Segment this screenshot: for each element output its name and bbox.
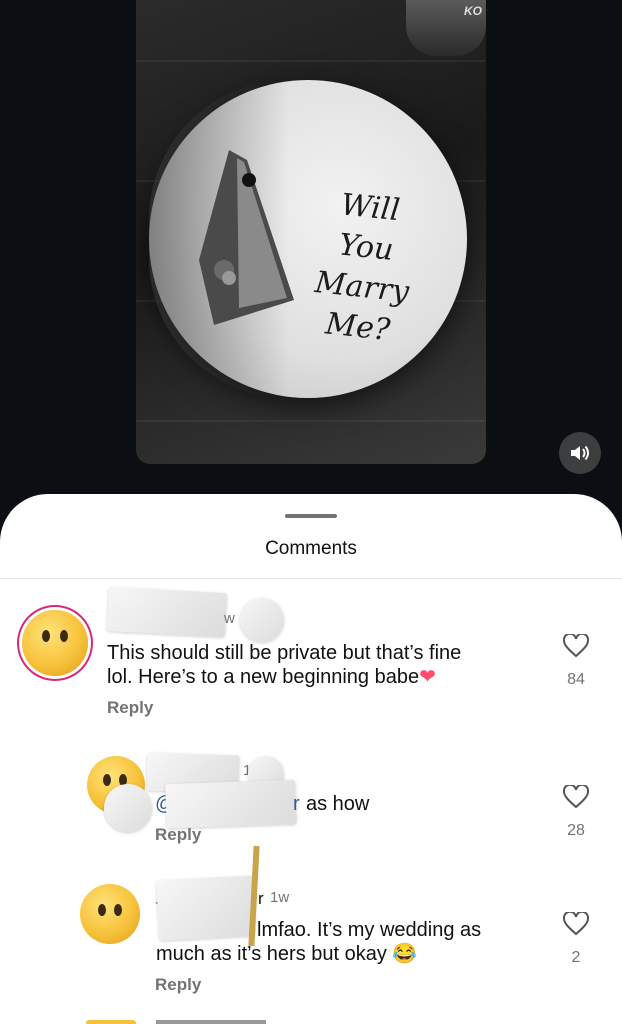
comment-text-line: lmfao. It’s my wedding as [257, 919, 482, 941]
reply-button[interactable]: Reply [155, 975, 201, 995]
comment-text: lmfao. It’s my wedding as much as it’s h… [156, 918, 516, 966]
like-count: 84 [567, 671, 585, 688]
wood-plank [136, 420, 486, 422]
redacted-username [106, 586, 228, 638]
comment-time: w [224, 610, 235, 627]
comment-text-line: much as it’s hers but okay 😂 [156, 942, 516, 966]
like-button[interactable]: 2 [556, 910, 596, 967]
divider [0, 578, 622, 579]
redacted-mention [165, 779, 297, 829]
reply-button[interactable]: Reply [107, 698, 153, 718]
username-suffix: r [258, 889, 264, 908]
sheet-drag-handle[interactable] [285, 514, 337, 518]
comment-text-part: much as it’s hers but okay [156, 943, 387, 965]
heart-outline-icon [562, 910, 590, 936]
next-comment-peek [156, 1020, 266, 1024]
avatar-eye [98, 904, 106, 916]
speaker-on-icon [571, 445, 589, 461]
next-avatar-peek [86, 1020, 136, 1024]
plate: Will You Marry Me? [149, 80, 467, 398]
redacted-badge [104, 784, 152, 832]
heart-outline-icon [562, 783, 590, 809]
comment-text: as how [306, 793, 370, 815]
avatar[interactable] [22, 610, 88, 676]
sheet-title: Comments [265, 538, 357, 559]
like-count: 28 [567, 822, 585, 839]
avatar-eye [42, 630, 50, 642]
like-button[interactable]: 28 [556, 783, 596, 840]
laughing-emoji: 😂 [392, 943, 418, 965]
comment-text-line: This should still be private but that’s … [107, 642, 462, 664]
comment-text-line: lol. Here’s to a new beginning babe❤ [107, 665, 527, 689]
cup-brand: KO [464, 4, 482, 18]
avatar[interactable] [80, 884, 140, 944]
reply-button[interactable]: Reply [155, 825, 201, 845]
sound-toggle-button[interactable] [559, 432, 601, 474]
comment-text-part: lol. Here’s to a new beginning babe [107, 666, 420, 688]
mention-suffix[interactable]: r [293, 792, 300, 816]
comment-text: This should still be private but that’s … [107, 641, 527, 689]
like-count: 2 [571, 949, 581, 966]
plate-inscription: Will You Marry Me? [281, 181, 447, 356]
avatar-eye [60, 630, 68, 642]
comments-sheet: Comments w This should still be private … [0, 494, 622, 1024]
wood-plank [136, 60, 486, 62]
cup: KO [406, 0, 486, 56]
avatar-eye [114, 904, 122, 916]
post-media[interactable]: KO Will You Marry Me? [136, 0, 486, 464]
comment-time: 1w [270, 889, 290, 906]
heart-emoji: ❤ [419, 666, 436, 688]
inscription-line: You Marry [313, 227, 411, 310]
avatar-eye [103, 774, 111, 786]
redacted-badge [240, 598, 284, 642]
heart-outline-icon [562, 632, 590, 658]
like-button[interactable]: 84 [556, 632, 596, 689]
